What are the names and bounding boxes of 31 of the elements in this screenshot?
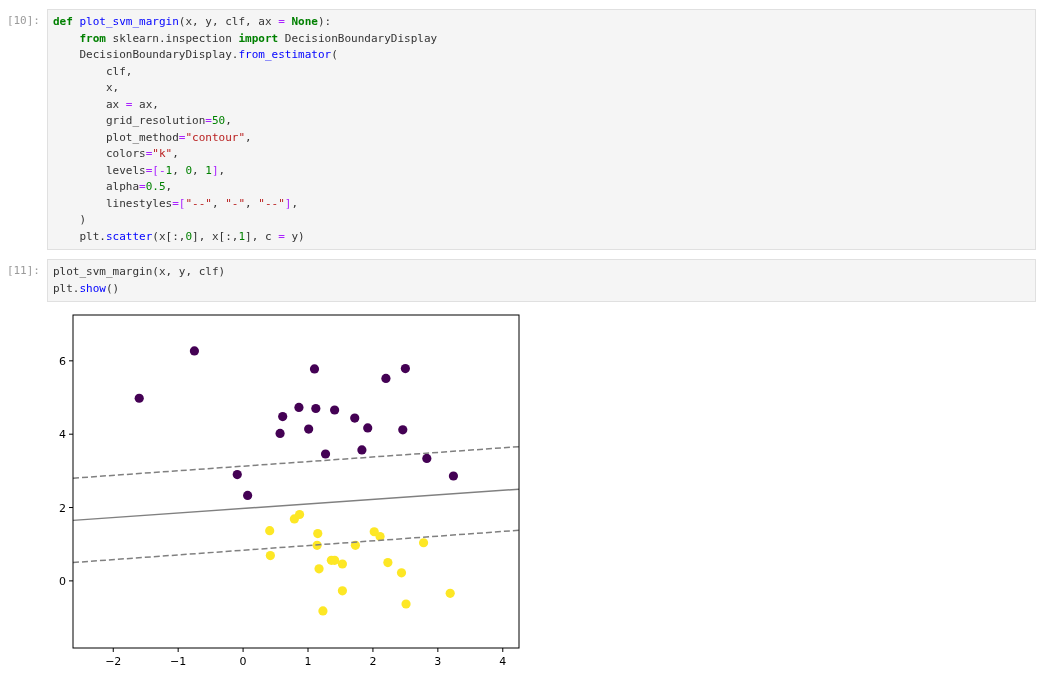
tick-label: 4 <box>59 428 66 442</box>
code-line: plot_svm_margin(x, y, clf) <box>53 264 227 280</box>
tick-label: 3 <box>434 655 442 668</box>
code-line: levels=[-1, 0, 1], <box>104 162 227 179</box>
tick-label: 0 <box>239 655 247 668</box>
code-line: ax = ax, <box>104 96 160 113</box>
tick-label: 1 <box>304 655 312 668</box>
code-line: def plot_svm_margin(x, y, clf, ax = None): <box>53 14 333 30</box>
cell-prompt: [10]: <box>6 13 40 29</box>
code-line: plt.show() <box>53 280 121 297</box>
code-line: alpha=0.5, <box>104 179 174 195</box>
code-line: plot_method="contour", <box>104 129 253 146</box>
code-line: from sklearn.inspection import DecisionBoundaryDisplay <box>78 30 439 47</box>
code-cell[interactable]: plot_svm_margin(x, y, clf) plt.show() <box>47 259 1036 302</box>
tick-label: 4 <box>499 655 507 668</box>
code-line: ) <box>78 212 88 228</box>
tick-label: 2 <box>369 655 377 668</box>
code-line: grid_resolution=50, <box>104 113 233 129</box>
code-line: clf, <box>104 63 134 80</box>
code-line: x, <box>104 80 121 96</box>
code-line: DecisionBoundaryDisplay.from_estimator( <box>78 47 339 63</box>
code-line: linestyles=["--", "-", "--"], <box>104 195 300 212</box>
code-cell[interactable] <box>47 9 1036 250</box>
code-line: plt.scatter(x[:,0], x[:,1], c = y) <box>78 228 306 245</box>
tick-label: −2 <box>105 655 122 668</box>
cell-prompt: [11]: <box>6 263 40 279</box>
code-line: colors="k", <box>104 146 180 162</box>
tick-label: −1 <box>170 655 187 668</box>
tick-label: 6 <box>59 354 66 368</box>
tick-label: 0 <box>59 574 66 588</box>
tick-label: 2 <box>59 501 66 515</box>
